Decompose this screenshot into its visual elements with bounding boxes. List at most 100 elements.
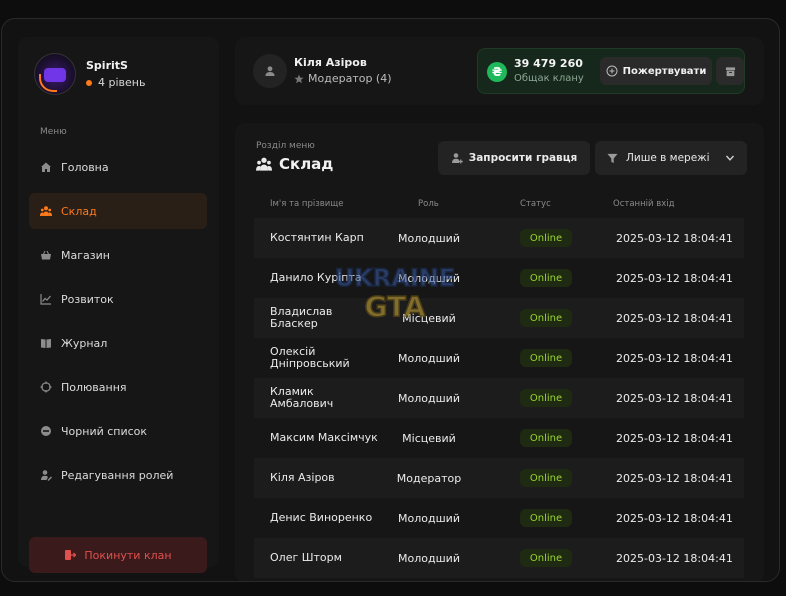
member-role: Молодший — [398, 511, 460, 525]
table-row[interactable]: Костянтин Карп Молодший Online 2025-03-1… — [254, 218, 744, 258]
header-card: Кіля Азіров Модератор (4) ₴ 39 479 260 О… — [235, 37, 764, 105]
sidebar-item-blacklist[interactable]: Чорний список — [29, 413, 207, 449]
leave-clan-button[interactable]: Покинути клан — [29, 537, 207, 573]
status-badge: Online — [520, 309, 572, 327]
member-name: Кламик Амбалович — [270, 385, 334, 410]
box-icon — [725, 66, 735, 76]
member-name: Данило Куріпта — [270, 271, 362, 284]
sidebar: SpiritS 4 рівень Меню Головна Склад Мага… — [18, 37, 219, 573]
member-last-login: 2025-03-12 18:04:41 — [616, 391, 733, 405]
status-badge: Online — [520, 349, 572, 367]
sidebar-item-home[interactable]: Головна — [29, 149, 207, 185]
clan-avatar — [34, 53, 76, 95]
member-role: Молодший — [398, 551, 460, 565]
sidebar-item-shop[interactable]: Магазин — [29, 237, 207, 273]
status-badge: Online — [520, 509, 572, 527]
status-badge: Online — [520, 549, 572, 567]
status-badge: Online — [520, 429, 572, 447]
member-name: Олег Шторм — [270, 551, 342, 564]
user-plus-icon — [451, 153, 463, 164]
level-label: 4 рівень — [98, 76, 146, 89]
sidebar-item-label: Журнал — [61, 336, 108, 350]
storage-button[interactable] — [716, 57, 744, 85]
sidebar-item-label: Головна — [61, 160, 109, 174]
status-badge: Online — [520, 389, 572, 407]
table-row[interactable]: Олексій Дніпровський Молодший Online 202… — [254, 338, 744, 378]
level-dot-icon — [86, 79, 92, 86]
status-badge: Online — [520, 469, 572, 487]
member-role: Місцевий — [402, 431, 456, 445]
chart-icon — [40, 293, 52, 305]
app-window: SpiritS 4 рівень Меню Головна Склад Мага… — [1, 18, 780, 582]
member-last-login: 2025-03-12 18:04:41 — [616, 351, 733, 365]
table-row[interactable]: Кіля Азіров Модератор Online 2025-03-12 … — [254, 458, 744, 498]
exit-icon — [65, 550, 77, 560]
member-role: Молодший — [398, 231, 460, 245]
members-icon — [40, 205, 52, 217]
sidebar-item-journal[interactable]: Журнал — [29, 325, 207, 361]
section-caption: Розділ меню — [256, 141, 315, 151]
column-header-last-login: Останній вхід — [613, 199, 675, 209]
sidebar-nav: Головна Склад Магазин Розвиток Журнал По… — [29, 149, 207, 501]
table-row[interactable]: Владислав Бласкер Місцевий Online 2025-0… — [254, 298, 744, 338]
column-header-role: Роль — [418, 199, 439, 209]
sidebar-item-label: Полювання — [61, 380, 127, 394]
sidebar-item-roles[interactable]: Редагування ролей — [29, 457, 207, 493]
sidebar-item-label: Чорний список — [61, 424, 148, 438]
members-panel: Розділ меню Склад Запросити гравця Лише … — [235, 123, 764, 581]
table-row[interactable]: Данило Куріпта Молодший Online 2025-03-1… — [254, 258, 744, 298]
donate-button[interactable]: Пожертвувати — [600, 57, 712, 85]
member-last-login: 2025-03-12 18:04:41 — [616, 271, 733, 285]
block-icon — [40, 425, 52, 437]
username: SpiritS — [86, 59, 128, 72]
sidebar-item-label: Склад — [61, 204, 97, 218]
donate-label: Пожертвувати — [622, 65, 707, 77]
member-last-login: 2025-03-12 18:04:41 — [616, 471, 733, 485]
member-last-login: 2025-03-12 18:04:41 — [616, 511, 733, 525]
member-name: Максим Максімчук — [270, 431, 378, 444]
member-last-login: 2025-03-12 18:04:41 — [616, 231, 733, 245]
member-name: Владислав Бласкер — [270, 305, 333, 330]
status-badge: Online — [520, 269, 572, 287]
filter-icon — [607, 153, 618, 163]
table-row[interactable]: Денис Виноренко Молодший Online 2025-03-… — [254, 498, 744, 538]
member-role: Модератор — [396, 471, 462, 485]
leave-clan-label: Покинути клан — [84, 548, 172, 562]
member-role: Молодший — [398, 271, 460, 285]
sidebar-item-members[interactable]: Склад — [29, 193, 207, 229]
member-role: Місцевий — [402, 311, 456, 325]
current-user-role-label: Модератор (4) — [308, 72, 392, 85]
bank-label: Общак клану — [514, 73, 584, 84]
column-header-status: Статус — [520, 199, 551, 209]
members-icon — [256, 157, 272, 171]
home-icon — [40, 161, 52, 173]
currency-icon: ₴ — [487, 62, 507, 82]
member-name: Кіля Азіров — [270, 471, 335, 484]
profile[interactable]: SpiritS 4 рівень — [34, 53, 145, 95]
current-user-role: Модератор (4) — [294, 72, 392, 85]
user-edit-icon — [40, 469, 52, 481]
member-name: Денис Виноренко — [270, 511, 373, 524]
section-title-label: Склад — [279, 155, 334, 173]
plus-circle-icon — [606, 65, 618, 77]
member-role: Молодший — [398, 391, 460, 405]
online-filter-select[interactable]: Лише в мережі — [595, 141, 747, 175]
member-role: Молодший — [398, 351, 460, 365]
crosshair-icon — [40, 381, 52, 393]
invite-player-button[interactable]: Запросити гравця — [438, 141, 590, 175]
member-name: Костянтин Карп — [270, 231, 364, 244]
basket-icon — [40, 249, 52, 261]
star-icon — [294, 74, 304, 83]
sidebar-item-label: Редагування ролей — [61, 468, 174, 482]
member-last-login: 2025-03-12 18:04:41 — [616, 311, 733, 325]
table-row[interactable]: Кламик Амбалович Молодший Online 2025-03… — [254, 378, 744, 418]
sidebar-item-label: Розвиток — [61, 292, 114, 306]
section-title: Склад — [256, 155, 333, 173]
invite-player-label: Запросити гравця — [468, 152, 578, 164]
table-row[interactable]: Олег Шторм Молодший Online 2025-03-12 18… — [254, 538, 744, 578]
sidebar-item-development[interactable]: Розвиток — [29, 281, 207, 317]
table-row[interactable]: Максим Максімчук Місцевий Online 2025-03… — [254, 418, 744, 458]
current-user-name: Кіля Азіров — [294, 56, 367, 69]
sidebar-item-hunting[interactable]: Полювання — [29, 369, 207, 405]
member-name: Олексій Дніпровський — [270, 345, 350, 370]
